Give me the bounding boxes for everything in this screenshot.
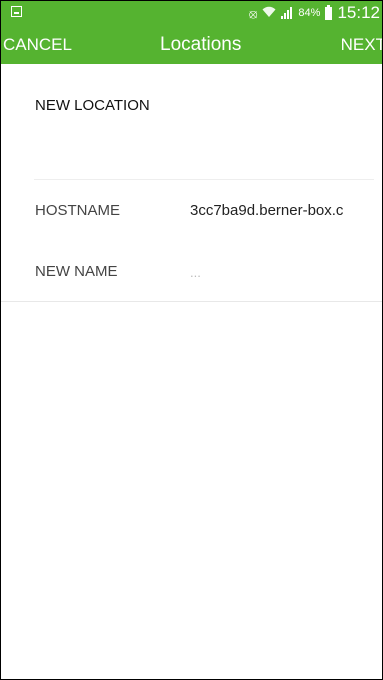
signal-icon — [281, 7, 293, 19]
app-screen: ⦻ 84% 15:12 CANCEL Locations NEXT NEW LO… — [0, 0, 383, 680]
hostname-value: 3cc7ba9d.berner-box.c — [190, 202, 344, 219]
battery-percentage: 84% — [298, 7, 321, 19]
next-button[interactable]: NEXT — [341, 25, 382, 64]
page-title: Locations — [160, 34, 242, 55]
mute-vibrate-icon: ⦻ — [248, 5, 258, 21]
wifi-icon — [262, 6, 276, 20]
screenshot-icon — [11, 6, 22, 17]
hostname-label: HOSTNAME — [35, 202, 121, 219]
battery-icon — [325, 4, 333, 20]
status-icons: ⦻ 84% 15:12 — [249, 1, 380, 25]
new-name-label: NEW NAME — [35, 263, 118, 280]
new-name-input[interactable] — [190, 261, 376, 283]
divider — [34, 179, 374, 180]
clock: 15:12 — [337, 3, 380, 22]
status-bar: ⦻ 84% 15:12 — [1, 1, 382, 25]
divider — [1, 301, 382, 302]
action-bar: CANCEL Locations NEXT — [1, 25, 382, 64]
cancel-button[interactable]: CANCEL — [3, 25, 72, 64]
section-title: NEW LOCATION — [35, 97, 150, 114]
